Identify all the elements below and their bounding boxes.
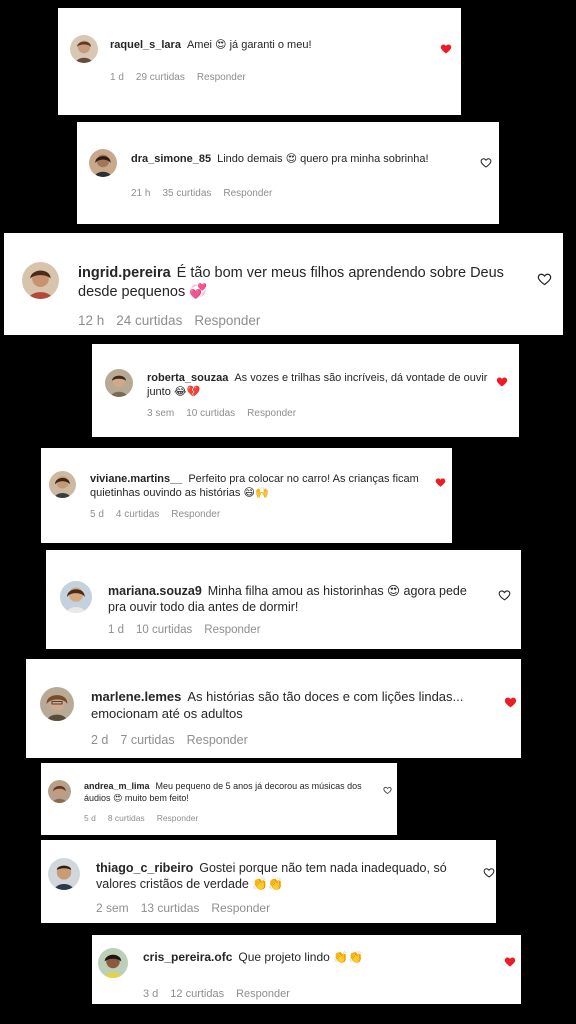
avatar[interactable] xyxy=(22,262,59,299)
avatar[interactable] xyxy=(105,369,133,397)
username[interactable]: viviane.martins__ xyxy=(90,473,182,485)
avatar[interactable] xyxy=(48,858,80,890)
comment-time: 1 d xyxy=(110,72,124,83)
avatar[interactable] xyxy=(89,149,117,177)
likes-count[interactable]: 13 curtidas xyxy=(141,901,200,915)
comment-meta: 1 d 10 curtidas Responder xyxy=(108,624,273,636)
avatar[interactable] xyxy=(60,581,92,613)
avatar[interactable] xyxy=(70,35,98,63)
heart-icon[interactable] xyxy=(440,43,452,55)
likes-count[interactable]: 24 curtidas xyxy=(116,313,182,328)
heart-outline-icon[interactable] xyxy=(498,589,511,602)
username[interactable]: mariana.souza9 xyxy=(108,584,202,598)
avatar[interactable] xyxy=(49,471,76,498)
likes-count[interactable]: 7 curtidas xyxy=(120,733,174,747)
comment-time: 3 sem xyxy=(147,408,175,419)
likes-count[interactable]: 35 curtidas xyxy=(162,188,211,199)
username[interactable]: thiago_c_ribeiro xyxy=(96,861,193,875)
comment-time: 5 d xyxy=(90,509,104,520)
comment-card: marlene.lemes As histórias são tão doces … xyxy=(26,659,521,758)
reply-button[interactable]: Responder xyxy=(194,313,260,328)
comment-text: Que projeto lindo 👏👏 xyxy=(238,950,364,964)
comment-time: 2 d xyxy=(91,733,109,747)
avatar[interactable] xyxy=(40,687,74,721)
comment-text: Amei 😍 já garanti o meu! xyxy=(186,39,312,51)
comment-card: raquel_s_lara Amei 😍 já garanti o meu! 1 … xyxy=(58,8,461,115)
reply-button[interactable]: Responder xyxy=(236,988,290,1000)
comment-meta: 21 h 35 curtidas Responder xyxy=(131,188,284,199)
reply-button[interactable]: Responder xyxy=(204,624,260,636)
heart-icon[interactable] xyxy=(504,956,516,968)
reply-button[interactable]: Responder xyxy=(171,509,220,520)
heart-outline-icon[interactable] xyxy=(480,157,492,169)
username[interactable]: marlene.lemes xyxy=(91,689,181,704)
comment-meta: 12 h 24 curtidas Responder xyxy=(78,313,272,328)
heart-outline-icon[interactable] xyxy=(537,272,552,287)
comment-card: dra_simone_85 Lindo demais 😍 quero pra mi… xyxy=(77,122,499,224)
comment-card: ingrid.pereira É tão bom ver meus filhos … xyxy=(4,233,563,335)
comment-time: 2 sem xyxy=(96,901,129,915)
reply-button[interactable]: Responder xyxy=(157,813,199,823)
reply-button[interactable]: Responder xyxy=(247,408,296,419)
comment-card: mariana.souza9 Minha filha amou as histor… xyxy=(46,550,521,649)
username[interactable]: ingrid.pereira xyxy=(78,265,171,281)
comment-time: 1 d xyxy=(108,624,124,636)
avatar[interactable] xyxy=(98,948,128,978)
username[interactable]: raquel_s_lara xyxy=(110,39,181,51)
comment-card: viviane.martins__ Perfeito pra colocar no… xyxy=(41,448,452,543)
comment-meta: 2 sem 13 curtidas Responder xyxy=(96,901,282,915)
comment-card: roberta_souzaa As vozes e trilhas são inc… xyxy=(92,344,519,437)
comment-meta: 5 d 8 curtidas Responder xyxy=(84,813,210,823)
comment-meta: 3 d 12 curtidas Responder xyxy=(143,988,302,1000)
likes-count[interactable]: 4 curtidas xyxy=(116,509,159,520)
comment-meta: 5 d 4 curtidas Responder xyxy=(90,509,232,520)
comment-meta: 3 sem 10 curtidas Responder xyxy=(147,408,308,419)
likes-count[interactable]: 8 curtidas xyxy=(108,813,145,823)
comment-time: 12 h xyxy=(78,313,105,328)
username[interactable]: dra_simone_85 xyxy=(131,153,211,165)
comment-text: Lindo demais 😍 quero pra minha sobrinha! xyxy=(217,153,429,165)
avatar[interactable] xyxy=(48,780,71,803)
reply-button[interactable]: Responder xyxy=(187,733,248,747)
comment-meta: 2 d 7 curtidas Responder xyxy=(91,733,260,747)
comment-card: cris_pereira.ofc Que projeto lindo 👏👏 3 d… xyxy=(92,935,521,1004)
heart-icon[interactable] xyxy=(496,376,508,388)
reply-button[interactable]: Responder xyxy=(211,901,270,915)
comment-time: 21 h xyxy=(131,188,151,199)
comment-card: thiago_c_ribeiro Gostei porque não tem na… xyxy=(41,840,496,923)
heart-outline-icon[interactable] xyxy=(483,867,495,879)
likes-count[interactable]: 10 curtidas xyxy=(136,624,192,636)
username[interactable]: andrea_m_lima xyxy=(84,781,150,791)
likes-count[interactable]: 29 curtidas xyxy=(136,72,185,83)
likes-count[interactable]: 10 curtidas xyxy=(186,408,235,419)
comment-time: 3 d xyxy=(143,988,159,1000)
comment-card: andrea_m_lima Meu pequeno de 5 anos já de… xyxy=(41,763,397,835)
reply-button[interactable]: Responder xyxy=(197,72,246,83)
heart-icon[interactable] xyxy=(504,696,517,709)
reply-button[interactable]: Responder xyxy=(223,188,272,199)
heart-icon[interactable] xyxy=(435,477,446,488)
username[interactable]: cris_pereira.ofc xyxy=(143,950,232,964)
likes-count[interactable]: 12 curtidas xyxy=(170,988,224,1000)
comment-meta: 1 d 29 curtidas Responder xyxy=(110,72,258,83)
comment-time: 5 d xyxy=(84,813,96,823)
heart-outline-icon[interactable] xyxy=(383,786,392,795)
username[interactable]: roberta_souzaa xyxy=(147,372,228,384)
